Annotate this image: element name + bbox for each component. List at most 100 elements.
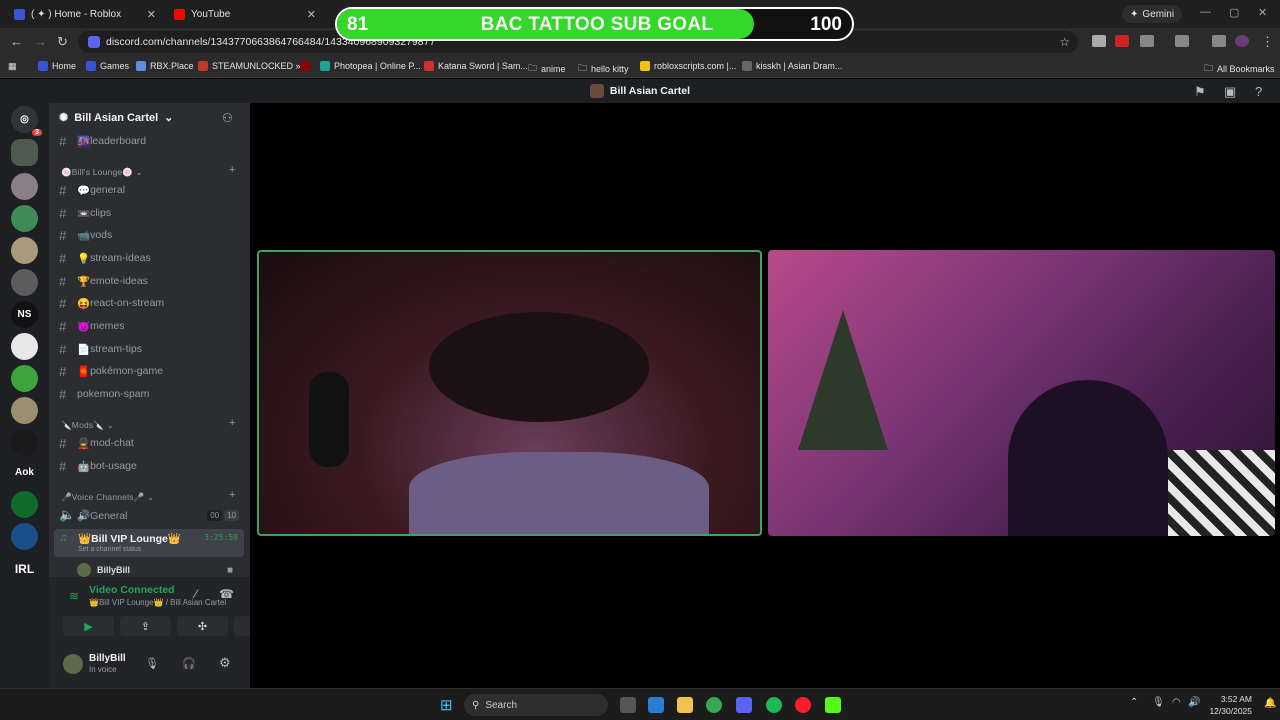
- server-icon[interactable]: [11, 237, 38, 264]
- channel-mod-chat[interactable]: # 💂 mod-chat: [59, 434, 134, 452]
- server-icon[interactable]: [11, 269, 38, 296]
- wifi-icon[interactable]: ◠: [1172, 697, 1181, 708]
- bookmark-home[interactable]: Home: [38, 61, 76, 71]
- voice-member[interactable]: BillyBill: [77, 563, 130, 577]
- taskbar-search[interactable]: ⚲ Search: [464, 694, 608, 716]
- taskbar-clock[interactable]: 3:52 AM 12/30/2025: [1206, 693, 1252, 717]
- category-voice[interactable]: 🎤Voice Channels🎤 ⌄: [61, 492, 154, 503]
- server-icon[interactable]: [11, 365, 38, 392]
- server-icon[interactable]: [11, 523, 38, 550]
- maximize-icon[interactable]: ▢: [1229, 6, 1239, 19]
- signal-icon[interactable]: ≋: [69, 589, 79, 603]
- server-icon[interactable]: [11, 205, 38, 232]
- channel-vods[interactable]: # 📹 vods: [59, 226, 112, 244]
- puzzle-icon[interactable]: [1140, 35, 1154, 47]
- microphone-tray-icon[interactable]: 🎙: [1152, 697, 1165, 708]
- server-icon[interactable]: [11, 491, 38, 518]
- server-icon[interactable]: [11, 333, 38, 360]
- server-icon-active[interactable]: [11, 139, 38, 166]
- activities-button[interactable]: ✣: [177, 616, 228, 636]
- server-icon-ns[interactable]: NS: [11, 301, 38, 328]
- server-icon[interactable]: [11, 173, 38, 200]
- flag-icon[interactable]: ⚑: [1194, 84, 1206, 100]
- notification-icon[interactable]: 🔔: [1264, 698, 1276, 709]
- opera-icon[interactable]: [795, 697, 811, 713]
- apps-icon[interactable]: ▦: [8, 61, 17, 72]
- server-icon-aok[interactable]: Aok: [11, 459, 38, 486]
- channel-react-on-stream[interactable]: # 😝 react-on-stream: [59, 294, 164, 312]
- taskview-icon[interactable]: [620, 697, 636, 713]
- bookmark-steamunlocked[interactable]: STEAMUNLOCKED »...: [198, 61, 308, 71]
- channel-stream-ideas[interactable]: # 💡 stream-ideas: [59, 249, 151, 267]
- bookmark-robloxscripts[interactable]: robloxscripts.com |...: [640, 61, 736, 71]
- category-lounge[interactable]: 🍥Bill's Lounge🍥 ⌄: [61, 167, 143, 178]
- channel-memes[interactable]: # 😈 memes: [59, 317, 125, 335]
- bookmark-kisskh[interactable]: kisskh | Asian Dram...: [742, 61, 842, 71]
- close-window-icon[interactable]: ✕: [1258, 6, 1267, 19]
- channel-emote-ideas[interactable]: # 🏆 emote-ideas: [59, 272, 148, 290]
- channel-general[interactable]: # 💬 general: [59, 181, 125, 199]
- app-icon[interactable]: [648, 697, 664, 713]
- chrome-icon[interactable]: [706, 697, 722, 713]
- profile-avatar[interactable]: [1235, 35, 1249, 47]
- channel-status[interactable]: Set a channel status: [78, 546, 141, 553]
- connection-location[interactable]: 👑Bill VIP Lounge👑 / Bill Asian Cartel: [89, 598, 226, 607]
- category-mods[interactable]: 🔪Mods🔪 ⌄: [61, 420, 114, 431]
- add-channel-icon[interactable]: +: [229, 164, 235, 176]
- gemini-button[interactable]: ✦ Gemini: [1122, 5, 1183, 23]
- bookmark-katana[interactable]: Katana Sword | Sam...: [424, 61, 528, 71]
- microphone-icon[interactable]: 🎙: [145, 657, 159, 670]
- help-icon[interactable]: ?: [1255, 84, 1262, 99]
- headphones-icon[interactable]: 🎧: [182, 657, 196, 670]
- file-explorer-icon[interactable]: [677, 697, 693, 713]
- add-channel-icon[interactable]: +: [229, 489, 235, 501]
- gear-icon[interactable]: ⚙: [219, 655, 231, 671]
- windows-start-icon[interactable]: ⊞: [440, 696, 453, 714]
- server-icon[interactable]: [11, 429, 38, 456]
- add-channel-icon[interactable]: +: [229, 417, 235, 429]
- connection-status[interactable]: Video Connected: [89, 584, 175, 596]
- forward-icon[interactable]: →: [34, 34, 47, 49]
- sidepanel-icon[interactable]: [1175, 35, 1189, 47]
- minimize-icon[interactable]: —: [1200, 6, 1211, 18]
- discord-home-icon[interactable]: ◎ 3: [11, 106, 42, 136]
- tab-roblox[interactable]: ( ✦ ) Home - Roblox ✕: [4, 2, 164, 26]
- spotify-icon[interactable]: [766, 697, 782, 713]
- disconnect-icon[interactable]: ☎: [219, 587, 234, 601]
- channel-stream-tips[interactable]: # 📄 stream-tips: [59, 340, 142, 358]
- voice-channel-general[interactable]: 🔈 🔊General 00 10: [59, 506, 239, 524]
- star-icon[interactable]: ☆: [1059, 35, 1070, 49]
- bookmark-rbxplace[interactable]: RBX.Place: [136, 61, 194, 71]
- video-tile[interactable]: [768, 250, 1275, 536]
- server-icon[interactable]: [11, 397, 38, 424]
- reload-icon[interactable]: ↻: [57, 34, 68, 50]
- kick-icon[interactable]: [825, 697, 841, 713]
- camera-button[interactable]: ▶: [63, 616, 114, 636]
- discord-icon[interactable]: [736, 697, 752, 713]
- bookmark-red[interactable]: [300, 61, 310, 71]
- channel-bot-usage[interactable]: # 🤖 bot-usage: [59, 457, 137, 475]
- screenshare-button[interactable]: ⇪: [120, 616, 171, 636]
- bookmark-anime[interactable]: 🗀 anime: [528, 61, 566, 77]
- server-header[interactable]: ✺ Bill Asian Cartel ⌄: [59, 111, 173, 125]
- all-bookmarks[interactable]: 🗀 All Bookmarks: [1204, 61, 1275, 77]
- back-icon[interactable]: ←: [10, 34, 23, 49]
- bookmark-photopea[interactable]: Photopea | Online P...: [320, 61, 421, 71]
- server-icon-irl[interactable]: IRL: [11, 555, 38, 582]
- noise-suppression-icon[interactable]: ⁄: [195, 587, 197, 601]
- media-icon[interactable]: [1212, 35, 1226, 47]
- bookmark-hellokitty[interactable]: 🗀 hello kitty: [578, 61, 629, 77]
- channel-clips[interactable]: # 📼 clips: [59, 204, 111, 222]
- bookmark-games[interactable]: Games: [86, 61, 129, 71]
- extension-icon[interactable]: [1092, 35, 1106, 47]
- tab-youtube[interactable]: YouTube ✕: [164, 2, 324, 26]
- close-icon[interactable]: ✕: [147, 8, 156, 21]
- close-icon[interactable]: ✕: [307, 8, 316, 21]
- add-member-icon[interactable]: ⚇: [222, 111, 233, 125]
- chevron-up-icon[interactable]: ⌃: [1130, 697, 1138, 708]
- channel-pokemon-game[interactable]: # 🧧 pokémon-game: [59, 362, 163, 380]
- extension-icon[interactable]: [1115, 35, 1129, 47]
- voice-channel-vip-lounge[interactable]: ♫ 👑Bill VIP Lounge👑 3:25:59 Set a channe…: [54, 529, 244, 557]
- channel-leaderboard[interactable]: # 🌆 leaderboard: [59, 132, 146, 150]
- volume-icon[interactable]: 🔊: [1188, 697, 1200, 708]
